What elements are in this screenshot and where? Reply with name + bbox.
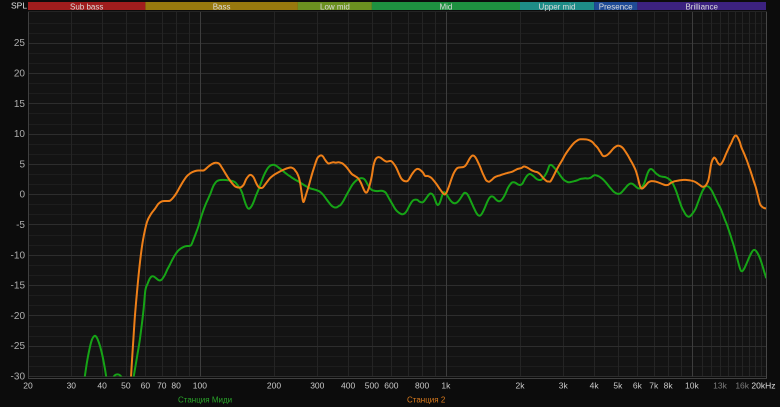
svg-text:-10: -10	[11, 250, 26, 261]
svg-text:-20: -20	[11, 311, 26, 322]
svg-text:Low mid: Low mid	[320, 2, 350, 11]
svg-text:-25: -25	[11, 341, 26, 352]
svg-text:800: 800	[415, 380, 429, 390]
svg-text:20: 20	[14, 69, 26, 80]
svg-text:0: 0	[19, 190, 25, 201]
svg-text:60: 60	[141, 380, 151, 390]
svg-text:Presence: Presence	[599, 2, 633, 11]
svg-text:Brilliance: Brilliance	[685, 2, 718, 11]
svg-text:80: 80	[171, 380, 181, 390]
svg-text:8k: 8k	[664, 380, 674, 390]
svg-text:Sub bass: Sub bass	[70, 2, 103, 11]
svg-text:50: 50	[121, 380, 131, 390]
svg-text:25: 25	[14, 38, 26, 49]
svg-text:13k: 13k	[713, 380, 727, 390]
svg-text:600: 600	[384, 380, 398, 390]
svg-text:3k: 3k	[559, 380, 569, 390]
svg-text:200: 200	[267, 380, 281, 390]
svg-text:7k: 7k	[649, 380, 659, 390]
svg-text:Mid: Mid	[439, 2, 452, 11]
svg-text:6k: 6k	[633, 380, 643, 390]
svg-text:10k: 10k	[685, 380, 699, 390]
svg-text:5: 5	[19, 159, 25, 170]
svg-text:300: 300	[310, 380, 324, 390]
svg-text:4k: 4k	[590, 380, 600, 390]
svg-text:30: 30	[67, 380, 77, 390]
svg-text:2k: 2k	[516, 380, 526, 390]
svg-text:Станция Миди: Станция Миди	[178, 396, 232, 405]
svg-text:SPL: SPL	[11, 0, 27, 10]
svg-text:Станция 2: Станция 2	[407, 396, 446, 405]
svg-text:Upper mid: Upper mid	[539, 2, 576, 11]
svg-text:500: 500	[365, 380, 379, 390]
svg-text:-5: -5	[16, 220, 25, 231]
svg-text:100: 100	[193, 380, 207, 390]
svg-text:70: 70	[157, 380, 167, 390]
svg-text:40: 40	[97, 380, 107, 390]
svg-text:15: 15	[14, 99, 26, 110]
svg-text:10: 10	[14, 129, 26, 140]
svg-text:1k: 1k	[441, 380, 451, 390]
svg-text:20kHz: 20kHz	[751, 380, 775, 390]
svg-text:-30: -30	[11, 372, 26, 383]
svg-text:Bass: Bass	[213, 2, 231, 11]
svg-text:5k: 5k	[613, 380, 623, 390]
svg-text:16k: 16k	[735, 380, 749, 390]
svg-text:400: 400	[341, 380, 355, 390]
svg-text:-15: -15	[11, 281, 26, 292]
